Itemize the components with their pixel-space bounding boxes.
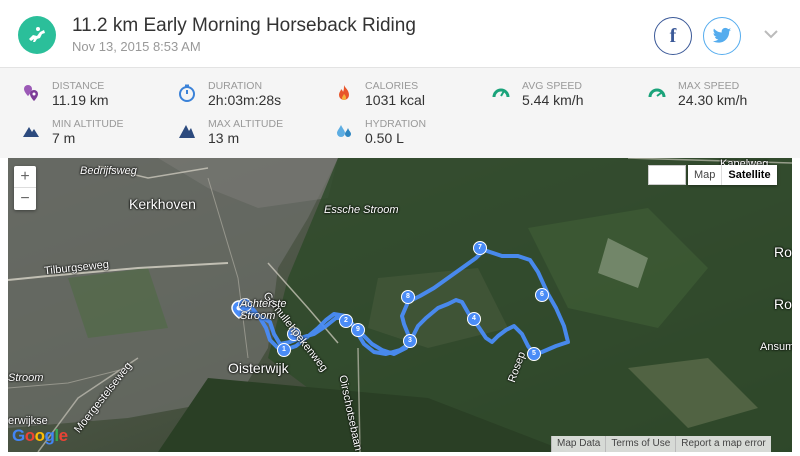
- waypoint-marker[interactable]: 3: [403, 334, 417, 348]
- stat-label: MIN ALTITUDE: [52, 118, 124, 130]
- map-type-control: Map Satellite: [688, 165, 777, 185]
- route-map[interactable]: 1 2 3 4 5 6 7 8 9 10 11 Bedrijfsweg Kerkhoven Essc…: [8, 158, 792, 452]
- stat-label: CALORIES: [365, 80, 419, 92]
- map-type-map-button[interactable]: Map: [688, 165, 721, 185]
- stats-panel: DISTANCE 11.19 km DURATION 2h:03m:28s CA…: [0, 68, 800, 158]
- waypoint-marker[interactable]: 5: [527, 347, 541, 361]
- stat-label: HYDRATION: [365, 118, 427, 130]
- activity-header: 11.2 km Early Morning Horseback Riding N…: [0, 0, 800, 68]
- map-label-ro-1: Ro: [774, 244, 792, 260]
- map-type-satellite-button[interactable]: Satellite: [721, 165, 776, 185]
- map-label-bedrijfsweg: Bedrijfsweg: [80, 165, 137, 177]
- stat-value: 13 m: [208, 130, 240, 146]
- facebook-share-button[interactable]: f: [654, 17, 692, 55]
- stat-value: 11.19 km: [52, 92, 109, 108]
- waypoint-marker[interactable]: 6: [535, 288, 549, 302]
- stat-label: DISTANCE: [52, 80, 105, 92]
- map-label-kerkhoven: Kerkhoven: [129, 196, 196, 212]
- speedometer-icon: [648, 88, 666, 98]
- zoom-out-button[interactable]: −: [14, 188, 36, 210]
- facebook-icon: f: [669, 24, 677, 47]
- waypoint-marker[interactable]: 9: [351, 323, 365, 337]
- flame-icon: [339, 85, 349, 100]
- stat-value: 1031 kcal: [365, 92, 425, 108]
- distance-pins-icon: [24, 85, 38, 101]
- stat-label: AVG SPEED: [522, 80, 582, 92]
- stat-label: MAX ALTITUDE: [208, 118, 284, 130]
- map-label-oisterwijk: Oisterwijk: [228, 360, 289, 376]
- fullscreen-button[interactable]: [648, 165, 686, 185]
- terms-of-use-link[interactable]: Terms of Use: [605, 436, 676, 452]
- waypoint-marker[interactable]: 7: [473, 241, 487, 255]
- map-label-ansum: Ansumv: [760, 341, 792, 353]
- mountain-icon: [23, 127, 39, 137]
- map-label-ro-2: Ro: [774, 296, 792, 312]
- stat-value: 0.50 L: [365, 130, 404, 146]
- google-logo[interactable]: Google: [12, 426, 68, 446]
- map-label-stroom: Stroom: [8, 372, 44, 384]
- stat-value: 7 m: [52, 130, 76, 146]
- map-label-achterste-stroom: Achterste Stroom: [240, 298, 287, 322]
- twitter-share-button[interactable]: [703, 17, 741, 55]
- activity-title: 11.2 km Early Morning Horseback Riding: [72, 15, 416, 36]
- waypoint-marker[interactable]: 1: [277, 343, 291, 357]
- zoom-control: + −: [14, 166, 36, 210]
- twitter-bird-icon: [712, 27, 732, 43]
- stopwatch-icon: [179, 84, 195, 102]
- stat-value: 5.44 km/h: [522, 92, 584, 108]
- waypoint-marker[interactable]: 4: [467, 312, 481, 326]
- stat-value: 2h:03m:28s: [208, 92, 282, 108]
- map-data-link[interactable]: Map Data: [551, 436, 606, 452]
- waypoint-marker[interactable]: 8: [401, 290, 415, 304]
- horse-riding-icon: [18, 16, 56, 54]
- stat-value: 24.30 km/h: [678, 92, 748, 108]
- chevron-down-icon[interactable]: [764, 26, 778, 44]
- stat-label: MAX SPEED: [678, 80, 740, 92]
- mountain-icon: [179, 125, 195, 138]
- map-label-essche-stroom: Essche Stroom: [324, 204, 399, 216]
- activity-datetime: Nov 13, 2015 8:53 AM: [72, 39, 201, 54]
- water-drops-icon: [337, 125, 351, 137]
- stat-label: DURATION: [208, 80, 263, 92]
- speedometer-icon: [492, 88, 510, 98]
- zoom-in-button[interactable]: +: [14, 166, 36, 188]
- route-layer: [231, 248, 570, 356]
- map-attribution: Map Data Terms of Use Report a map error: [551, 436, 771, 452]
- report-map-error-link[interactable]: Report a map error: [675, 436, 771, 452]
